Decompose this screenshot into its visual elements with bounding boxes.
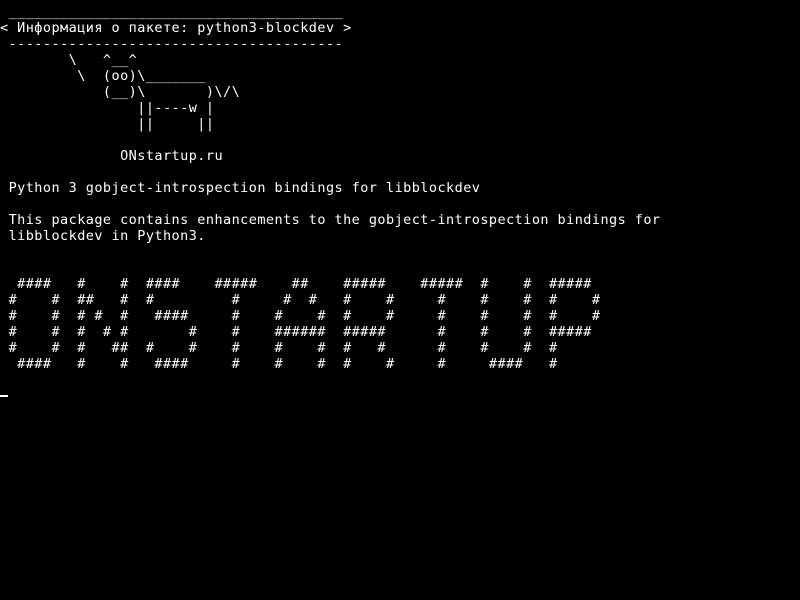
speech-bubble-top: _______________________________________ — [0, 4, 344, 20]
banner-ascii-line: # # # ## # # # # # # # # # # # — [0, 340, 558, 356]
cow-ascii-line: (__)\ )\/\ — [0, 84, 241, 100]
site-name: ONstartup.ru — [0, 148, 224, 164]
banner-ascii-line: #### # # #### ##### ## ##### ##### # # #… — [0, 276, 592, 292]
package-description-line: This package contains enhancements to th… — [0, 212, 661, 228]
banner-ascii-line: # # # # # #### # # # # # # # # # # — [0, 308, 601, 324]
cow-ascii-line: \ (oo)\_______ — [0, 68, 206, 84]
banner-ascii-line: #### # # #### # # # # # # #### # — [0, 356, 558, 372]
text-cursor — [0, 395, 8, 397]
cow-ascii-line: || || — [0, 116, 215, 132]
speech-bubble-bottom: --------------------------------------- — [0, 36, 344, 52]
banner-ascii-line: # # ## # # # # # # # # # # # # — [0, 292, 601, 308]
package-summary: Python 3 gobject-introspection bindings … — [0, 180, 481, 196]
banner-ascii-line: # # # # # # # ###### ##### # # # ##### — [0, 324, 592, 340]
cow-ascii-line: ||----w | — [0, 100, 215, 116]
package-description-line: libblockdev in Python3. — [0, 228, 206, 244]
cow-ascii-line: \ ^__^ — [0, 52, 138, 68]
speech-bubble-text: < Информация о пакете: python3-blockdev … — [0, 20, 352, 36]
terminal-screen[interactable]: _______________________________________ … — [0, 4, 800, 600]
